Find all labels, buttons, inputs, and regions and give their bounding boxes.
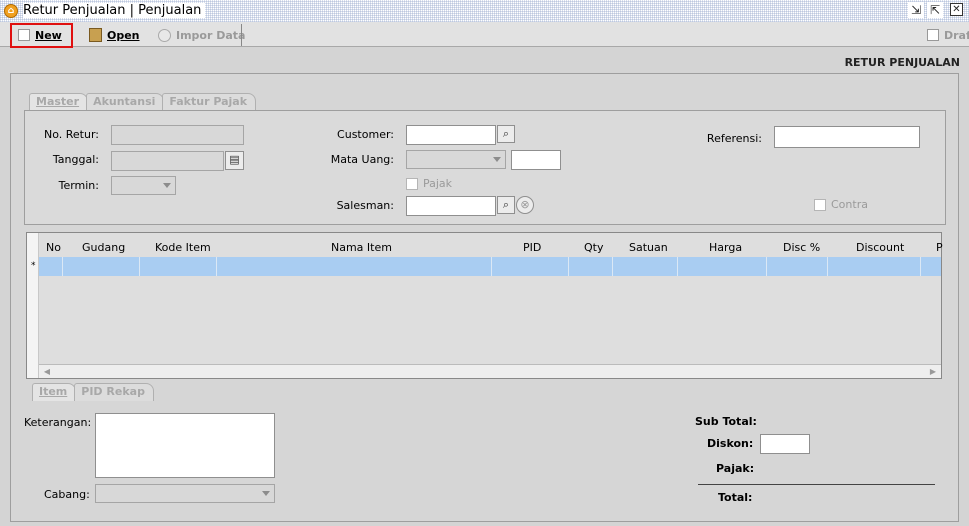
pajak-checkbox[interactable]: Pajak bbox=[406, 177, 452, 190]
referensi-label: Referensi: bbox=[706, 132, 762, 145]
col-header-nama-item[interactable]: Nama Item bbox=[331, 241, 392, 254]
folder-icon bbox=[89, 28, 102, 42]
pajak-checkbox-box bbox=[406, 177, 418, 190]
draft-checkbox-box bbox=[927, 29, 939, 41]
tab-akuntansi[interactable]: Akuntansi bbox=[86, 93, 165, 111]
scroll-left-icon[interactable]: ◀ bbox=[41, 366, 53, 378]
restore-icon[interactable]: ⇲ bbox=[908, 2, 924, 18]
column-divider bbox=[677, 257, 678, 276]
termin-select[interactable] bbox=[111, 176, 176, 195]
close-icon[interactable]: ✕ bbox=[950, 3, 963, 16]
window-title: Retur Penjualan | Penjualan bbox=[23, 3, 206, 18]
col-header-no[interactable]: No bbox=[46, 241, 61, 254]
column-divider bbox=[62, 257, 63, 276]
tanggal-field[interactable] bbox=[111, 151, 224, 171]
grid-header: No Gudang Kode Item Nama Item PID Qty Sa… bbox=[27, 238, 943, 255]
col-header-pid[interactable]: PID bbox=[523, 241, 541, 254]
contra-checkbox[interactable]: Contra bbox=[814, 198, 868, 211]
page-title: RETUR PENJUALAN bbox=[844, 56, 960, 69]
salesman-search-icon[interactable]: ⌕ bbox=[497, 196, 515, 214]
salesman-field[interactable] bbox=[406, 196, 496, 216]
top-tabs: Master Akuntansi Faktur Pajak bbox=[29, 93, 257, 111]
column-divider bbox=[766, 257, 767, 276]
col-header-qty[interactable]: Qty bbox=[584, 241, 603, 254]
chevron-down-icon bbox=[163, 183, 171, 188]
diskon-field[interactable] bbox=[760, 434, 810, 454]
tab-pid-rekap[interactable]: PID Rekap bbox=[74, 383, 154, 401]
keterangan-label: Keterangan: bbox=[24, 416, 92, 429]
calendar-icon[interactable]: ▤ bbox=[225, 151, 244, 170]
col-header-gudang[interactable]: Gudang bbox=[82, 241, 125, 254]
toolbar-separator bbox=[241, 24, 242, 46]
tanggal-label: Tanggal: bbox=[52, 153, 99, 166]
chevron-down-icon bbox=[262, 491, 270, 496]
impor-data-button[interactable]: Impor Data bbox=[158, 25, 245, 45]
column-divider bbox=[216, 257, 217, 276]
toolbar: New Open Impor Data Draft bbox=[0, 22, 969, 48]
column-divider bbox=[568, 257, 569, 276]
sub-total-label: Sub Total: bbox=[695, 415, 757, 428]
column-divider bbox=[139, 257, 140, 276]
new-button[interactable]: New bbox=[18, 25, 62, 45]
col-header-satuan[interactable]: Satuan bbox=[629, 241, 668, 254]
col-header-discount[interactable]: Discount bbox=[856, 241, 904, 254]
open-button[interactable]: Open bbox=[89, 25, 140, 45]
customer-label: Customer: bbox=[337, 128, 394, 141]
items-grid[interactable]: No Gudang Kode Item Nama Item PID Qty Sa… bbox=[26, 232, 943, 379]
new-button-label: New bbox=[35, 28, 62, 42]
column-divider bbox=[491, 257, 492, 276]
no-retur-label: No. Retur: bbox=[44, 128, 99, 141]
bottom-tabs: Item PID Rekap bbox=[32, 383, 154, 401]
diskon-label: Diskon: bbox=[707, 437, 754, 450]
customer-field[interactable] bbox=[406, 125, 496, 145]
draft-label: Draft bbox=[944, 28, 969, 42]
termin-label: Termin: bbox=[58, 179, 99, 192]
tab-item[interactable]: Item bbox=[32, 383, 77, 401]
new-document-icon bbox=[18, 29, 30, 41]
column-divider bbox=[827, 257, 828, 276]
kurs-field[interactable] bbox=[511, 150, 561, 170]
app-logo-icon: ⌂ bbox=[4, 4, 18, 18]
new-row-marker: * bbox=[31, 261, 36, 271]
referensi-field[interactable] bbox=[774, 126, 920, 148]
table-row[interactable] bbox=[39, 257, 941, 276]
contra-checkbox-box bbox=[814, 198, 826, 211]
column-divider bbox=[612, 257, 613, 276]
chevron-down-icon bbox=[493, 157, 501, 162]
scroll-right-icon[interactable]: ▶ bbox=[927, 366, 939, 378]
pajak-total-label: Pajak: bbox=[716, 462, 755, 475]
horizontal-scrollbar[interactable]: ◀ ▶ bbox=[39, 364, 941, 378]
salesman-label: Salesman: bbox=[336, 199, 394, 212]
window-titlebar: ⌂ Retur Penjualan | Penjualan ⇲ ⇱ ✕ bbox=[0, 0, 969, 22]
contra-label: Contra bbox=[831, 198, 868, 211]
tab-master[interactable]: Master bbox=[29, 93, 89, 111]
col-header-disc-percent[interactable]: Disc % bbox=[783, 241, 820, 254]
cabang-select[interactable] bbox=[95, 484, 275, 503]
total-label: Total: bbox=[718, 491, 753, 504]
col-header-p[interactable]: P bbox=[936, 241, 943, 254]
customer-search-icon[interactable]: ⌕ bbox=[497, 125, 515, 143]
column-divider bbox=[920, 257, 921, 276]
popout-icon[interactable]: ⇱ bbox=[927, 2, 943, 18]
no-retur-field[interactable] bbox=[111, 125, 244, 145]
cabang-label: Cabang: bbox=[44, 488, 90, 501]
mata-uang-select[interactable] bbox=[406, 150, 506, 169]
impor-data-label: Impor Data bbox=[176, 28, 246, 42]
col-header-harga[interactable]: Harga bbox=[709, 241, 742, 254]
total-divider bbox=[698, 484, 935, 485]
open-button-label: Open bbox=[107, 28, 140, 42]
clear-icon[interactable]: ⊗ bbox=[516, 196, 534, 214]
pajak-label: Pajak bbox=[423, 177, 453, 190]
mata-uang-label: Mata Uang: bbox=[330, 153, 394, 166]
col-header-kode-item[interactable]: Kode Item bbox=[155, 241, 211, 254]
keterangan-textarea[interactable] bbox=[95, 413, 275, 478]
tab-faktur-pajak[interactable]: Faktur Pajak bbox=[162, 93, 257, 111]
draft-checkbox[interactable]: Draft bbox=[927, 25, 969, 45]
import-icon bbox=[158, 28, 171, 42]
